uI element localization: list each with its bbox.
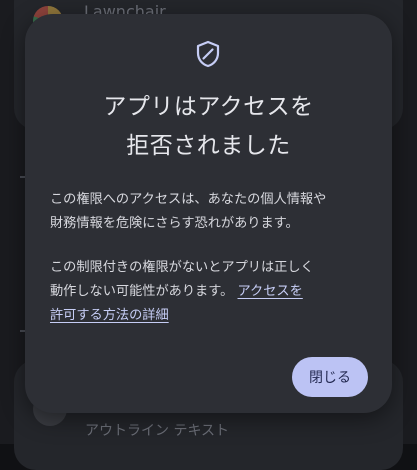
- dialog-title: アプリはアクセスを 拒否されました: [45, 88, 372, 166]
- dialog-title-line: 拒否されました: [126, 133, 291, 159]
- close-button[interactable]: 閉じる: [292, 357, 368, 397]
- background-outline-text: アウトライン テキスト: [85, 423, 230, 439]
- message-line: この制限付きの権限がないとアプリは正しく: [50, 260, 314, 275]
- shield-icon: [196, 40, 220, 68]
- message-line: この権限へのアクセスは、あなたの個人情報や: [50, 192, 327, 207]
- message-text: 動作しない可能性があります。: [50, 284, 234, 299]
- message-line: 動作しない可能性があります。 アクセスを: [50, 280, 372, 304]
- dialog-message-risk: この権限へのアクセスは、あなたの個人情報や 財務情報を危険にさらす恐れがあります…: [50, 188, 372, 236]
- dialog-title-line: アプリはアクセスを: [103, 94, 314, 120]
- dialog-message-restricted: この制限付きの権限がないとアプリは正しく 動作しない可能性があります。 アクセス…: [50, 256, 372, 328]
- learn-more-link[interactable]: 許可する方法の詳細: [50, 308, 169, 323]
- learn-more-link[interactable]: アクセスを: [238, 284, 303, 299]
- message-line: 財務情報を危険にさらす恐れがあります。: [50, 216, 299, 231]
- message-line: 許可する方法の詳細: [50, 304, 372, 328]
- access-denied-dialog: アプリはアクセスを 拒否されました この権限へのアクセスは、あなたの個人情報や …: [25, 14, 392, 413]
